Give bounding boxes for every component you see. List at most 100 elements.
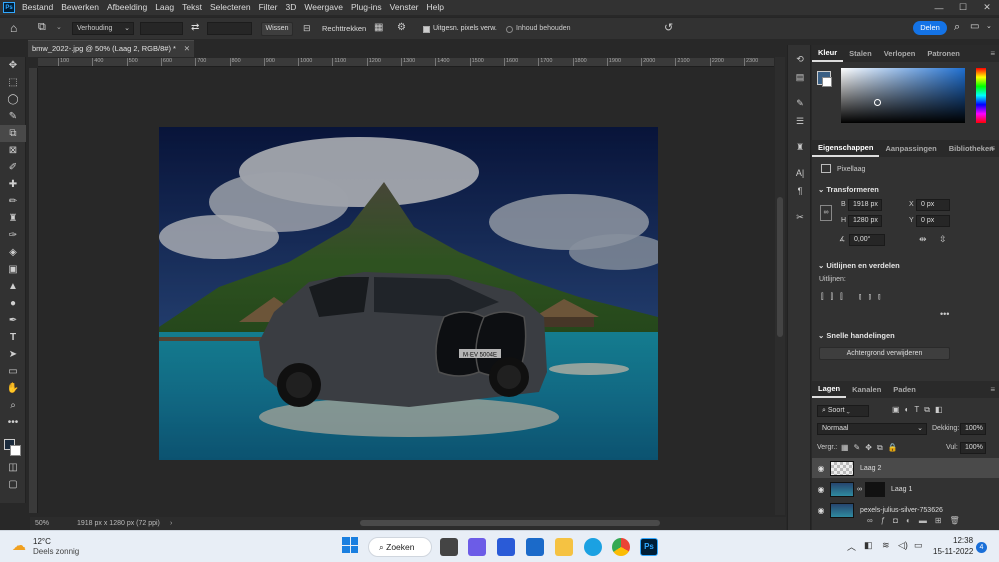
gradient-tool-icon[interactable]: ▣ [0, 261, 26, 278]
menu-bestand[interactable]: Bestand [18, 0, 57, 15]
background-color[interactable] [10, 445, 21, 456]
menu-laag[interactable]: Laag [151, 0, 178, 15]
layer-filter-select[interactable]: ⌕ Soort ⌄ [817, 405, 869, 417]
layer-row[interactable]: ◉ Laag 2 [812, 458, 999, 478]
minimize-button[interactable]: — [927, 0, 951, 15]
eye-icon[interactable]: ◉ [812, 485, 830, 494]
gear-icon[interactable]: ⚙ [397, 22, 406, 33]
battery-icon[interactable]: ▭ [914, 540, 923, 551]
zoom-tool-icon[interactable]: ⌕ [0, 397, 26, 414]
tool-preset-chevron-icon[interactable]: ⌄ [56, 23, 62, 31]
layer-actions-icons[interactable]: ∞ƒ◘◐▬⊞🗑 [867, 516, 968, 525]
move-tool-icon[interactable]: ✥ [0, 57, 26, 74]
vertical-scrollbar[interactable] [775, 57, 785, 515]
zoom-level[interactable]: 50% [35, 517, 49, 530]
search-button[interactable]: ⌕ Zoeken [368, 537, 432, 557]
tools-panel-icon[interactable]: ✂ [788, 208, 812, 226]
more-tools-icon[interactable]: ••• [0, 414, 26, 431]
menu-venster[interactable]: Venster [386, 0, 423, 15]
task-view-icon[interactable] [440, 538, 458, 556]
blend-mode-select[interactable]: Normaal ⌄ [817, 423, 927, 435]
workspace-icon[interactable]: ▭ [970, 21, 979, 32]
angle-field[interactable]: 0,00° [849, 234, 885, 246]
align-section[interactable]: ⌄ Uitlijnen en verdelen [818, 261, 900, 270]
height-input[interactable] [207, 22, 252, 35]
tab-paden[interactable]: Paden [887, 381, 922, 398]
document-tab[interactable]: bmw_2022-.jpg @ 50% (Laag 2, RGB/8#) * ✕ [28, 40, 194, 57]
more-options-icon[interactable]: ••• [940, 309, 949, 319]
volume-icon[interactable]: ◁) [898, 540, 908, 551]
tab-aanpassingen[interactable]: Aanpassingen [879, 140, 942, 157]
height-field[interactable]: 1280 px [848, 215, 882, 227]
weather-icon[interactable]: ☁ [12, 537, 26, 554]
menu-help[interactable]: Help [423, 0, 448, 15]
paragraph-panel-icon[interactable]: ¶ [788, 182, 812, 200]
panel-menu-icon[interactable]: ≡ [990, 144, 995, 153]
tab-kleur[interactable]: Kleur [812, 45, 844, 62]
clock-time[interactable]: 12:38 [953, 536, 973, 545]
transform-section[interactable]: ⌄ Transformeren [818, 185, 879, 194]
layer-filter-icons[interactable]: ▣◐T⧉◧ [892, 405, 948, 415]
adjust-panel-icon[interactable]: ☰ [788, 112, 812, 130]
start-icon[interactable] [342, 537, 358, 553]
hue-slider[interactable] [976, 68, 986, 123]
ratio-select[interactable]: Verhouding ⌄ [72, 22, 134, 35]
menu-afbeelding[interactable]: Afbeelding [103, 0, 151, 15]
home-icon[interactable]: ⌂ [10, 21, 17, 35]
history-panel-icon[interactable]: ⟲ [788, 50, 812, 68]
quick-actions-section[interactable]: ⌄ Snelle handelingen [818, 331, 895, 340]
search-icon[interactable]: ⌕ [954, 21, 960, 34]
type-tool-icon[interactable]: T [0, 329, 26, 346]
shape-tool-icon[interactable]: ▭ [0, 363, 26, 380]
align-buttons-icon[interactable]: ⫿⫿⫿ ⫾⫾⫾ [821, 292, 888, 302]
crop-tool-icon[interactable]: ⧉ [0, 125, 26, 142]
lock-icons[interactable]: ▦✎✥⧉🔒 [841, 443, 903, 453]
clear-button[interactable]: Wissen [261, 22, 293, 36]
delete-cropped-checkbox[interactable] [423, 26, 430, 33]
eraser-tool-icon[interactable]: ◈ [0, 244, 26, 261]
marquee-tool-icon[interactable]: ⬚ [0, 74, 26, 91]
remove-background-button[interactable]: Achtergrond verwijderen [819, 347, 950, 360]
app-icon[interactable] [497, 538, 515, 556]
tab-eigenschappen[interactable]: Eigenschappen [812, 140, 880, 157]
stamp-tool-icon[interactable]: ♜ [0, 210, 26, 227]
quick-select-tool-icon[interactable]: ✎ [0, 108, 26, 125]
screen-mode-icon[interactable]: ▢ [0, 476, 26, 493]
menu-tekst[interactable]: Tekst [178, 0, 206, 15]
menu-weergave[interactable]: Weergave [300, 0, 347, 15]
tab-verlopen[interactable]: Verlopen [878, 45, 922, 62]
brush-tool-icon[interactable]: ✏ [0, 193, 26, 210]
canvas-area[interactable]: M·EV 5004E [38, 68, 774, 516]
lasso-tool-icon[interactable]: ◯ [0, 91, 26, 108]
flip-vertical-icon[interactable]: ⇳ [939, 234, 947, 245]
pen-tool-icon[interactable]: ✒ [0, 312, 26, 329]
x-field[interactable]: 0 px [916, 199, 950, 211]
weather-desc[interactable]: Deels zonnig [33, 547, 79, 556]
color-field[interactable] [841, 68, 965, 123]
width-field[interactable]: 1918 px [848, 199, 882, 211]
crop-tool-icon[interactable]: ⧉ [38, 21, 46, 34]
weather-temp[interactable]: 12°C [33, 537, 51, 546]
straighten-icon[interactable]: ⊟ [303, 23, 311, 34]
share-button[interactable]: Delen [913, 21, 947, 35]
eye-icon[interactable]: ◉ [812, 506, 830, 515]
dodge-tool-icon[interactable]: ● [0, 295, 26, 312]
teams-icon[interactable] [468, 538, 486, 556]
horizontal-scrollbar[interactable] [360, 520, 660, 526]
brush-settings-icon[interactable]: ✎ [788, 94, 812, 112]
tray-chevron-icon[interactable]: ︿ [847, 540, 856, 553]
width-input[interactable] [140, 22, 183, 35]
menu-3d[interactable]: 3D [281, 0, 300, 15]
swap-icon[interactable]: ⇄ [191, 22, 199, 33]
blur-tool-icon[interactable]: ▲ [0, 278, 26, 295]
history-brush-icon[interactable]: ✑ [0, 227, 26, 244]
overlay-grid-icon[interactable]: ▦ [374, 22, 383, 33]
file-explorer-icon[interactable] [555, 538, 573, 556]
color-picker-cursor[interactable] [874, 99, 881, 106]
fill-field[interactable]: 100% [960, 442, 986, 454]
menu-selecteren[interactable]: Selecteren [206, 0, 255, 15]
layer-row[interactable]: ◉ ∞ Laag 1 [812, 479, 999, 499]
clock-date[interactable]: 15-11-2022 [933, 547, 973, 556]
path-select-icon[interactable]: ➤ [0, 346, 26, 363]
comments-panel-icon[interactable]: ▤ [788, 68, 812, 86]
